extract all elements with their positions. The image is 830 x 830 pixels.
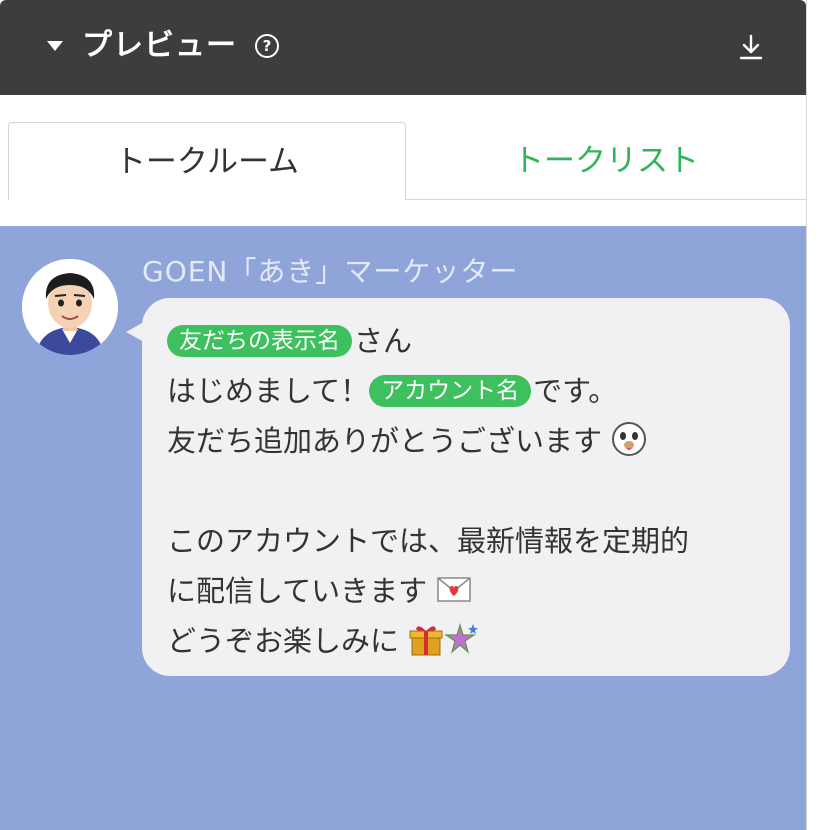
caret-down-icon[interactable] — [47, 41, 63, 51]
friend-name-tag: 友だちの表示名 — [167, 325, 352, 357]
tab-divider — [406, 199, 806, 200]
message-fragment: 友だち追加ありがとうございます — [167, 424, 603, 458]
message-line: どうぞお楽しみに — [167, 616, 689, 666]
help-circle-icon[interactable]: ? — [255, 34, 279, 58]
preview-title: プレビュー — [82, 28, 237, 63]
message-line: 友だち追加ありがとうございます — [167, 416, 689, 466]
message-fragment: このアカウントでは、最新情報を定期的 — [167, 524, 690, 558]
sparkle-star-icon — [444, 622, 479, 654]
message-line: はじめまして！ アカウント名 です。 — [167, 366, 689, 416]
message-line: このアカウントでは、最新情報を定期的 — [167, 516, 689, 566]
message-bubble: 友だちの表示名 さん はじめまして！ アカウント名 です。 友だち追加ありがとうござい… — [142, 298, 790, 676]
account-name-tag: アカウント名 — [369, 375, 532, 407]
message-text: 友だちの表示名 さん はじめまして！ アカウント名 です。 友だち追加ありがとうござい… — [167, 316, 689, 666]
message-fragment: に配信していきます — [167, 574, 428, 608]
tab-talk-room[interactable]: トークルーム — [8, 122, 406, 200]
avatar-portrait-icon — [22, 259, 118, 355]
chat-room-area: GOEN「あき」マーケッター 友だちの表示名 さん はじめまして！ アカウント名 です… — [0, 226, 806, 830]
gift-icon — [409, 626, 443, 656]
download-icon[interactable] — [736, 32, 766, 62]
message-fragment: です。 — [533, 374, 618, 408]
message-line: に配信していきます — [167, 566, 689, 616]
preview-tabs: トークルーム トークリスト — [0, 95, 806, 226]
preview-header: プレビュー ? — [0, 0, 806, 95]
sender-name: GOEN「あき」マーケッター — [142, 255, 519, 288]
love-letter-icon — [437, 577, 472, 602]
avatar — [22, 259, 118, 355]
message-line: 友だちの表示名 さん — [167, 316, 689, 366]
message-fragment: さん — [354, 324, 413, 358]
tab-talk-list[interactable]: トークリスト — [406, 122, 806, 200]
brown-bear-face-icon — [612, 422, 647, 456]
message-fragment: どうぞお楽しみに — [167, 624, 400, 658]
message-fragment: はじめまして！ — [167, 374, 370, 408]
preview-panel: プレビュー ? トークルーム トークリスト GOEN「あき」マーケッター 友だち… — [0, 0, 807, 830]
